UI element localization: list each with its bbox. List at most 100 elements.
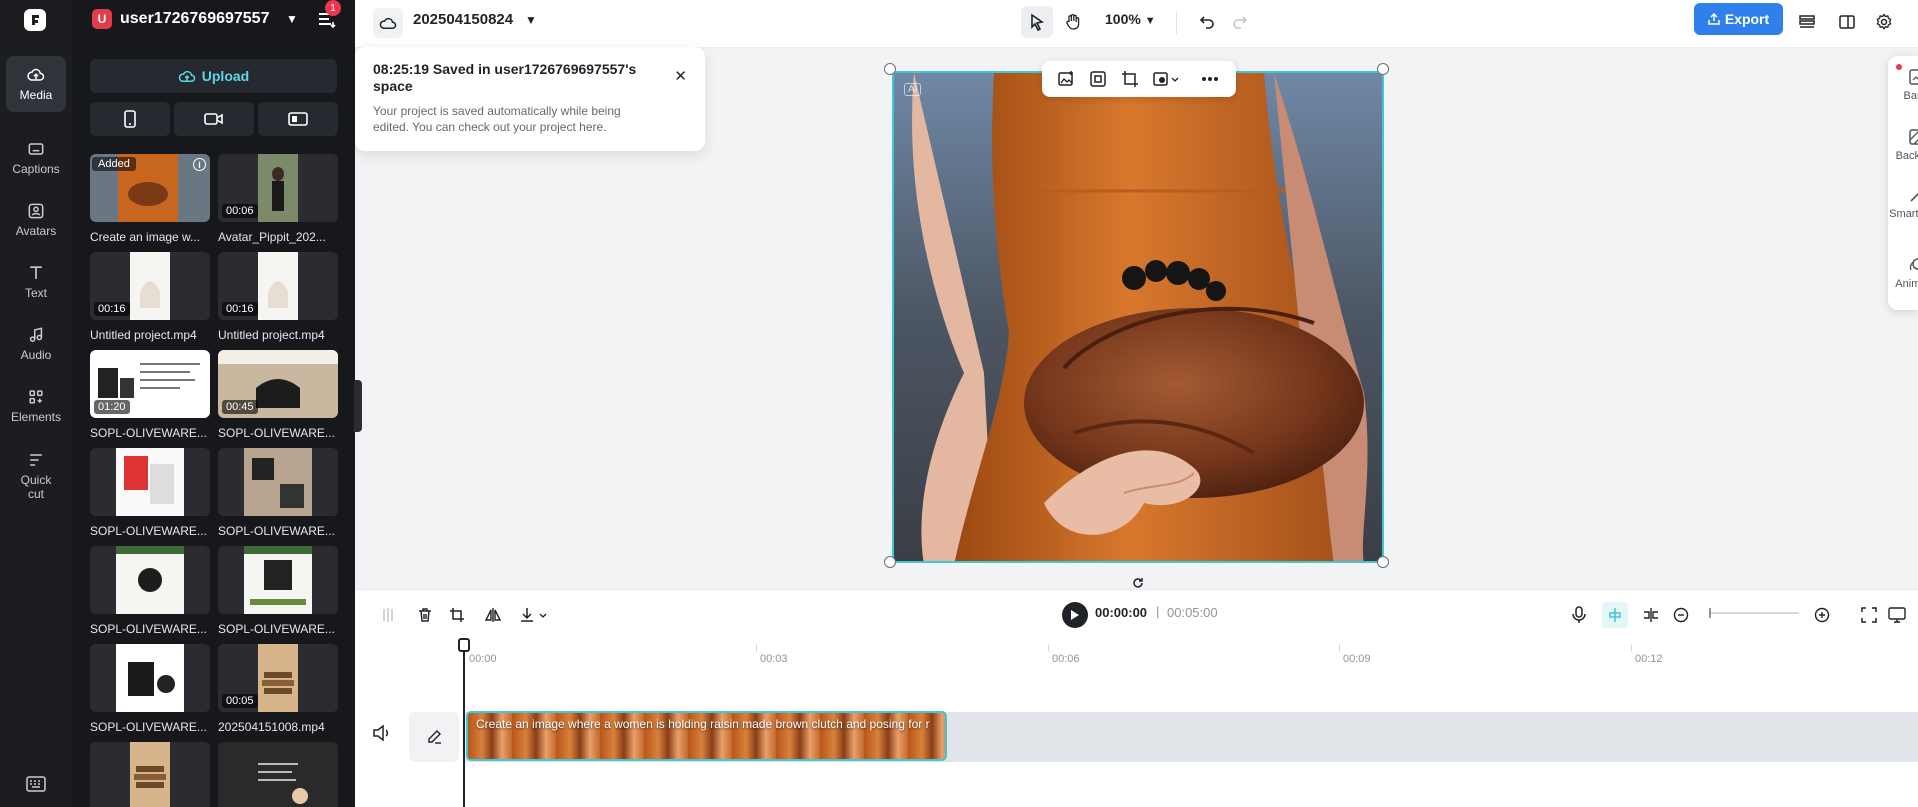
chevron-down-icon[interactable]: ▼ bbox=[525, 13, 537, 27]
rp-item-animation[interactable]: Animat... bbox=[1888, 256, 1918, 291]
media-tile-label: SOPL-OLIVEWARE... bbox=[218, 524, 335, 538]
media-tile[interactable] bbox=[90, 448, 210, 516]
media-tile[interactable]: 00:05 bbox=[218, 644, 338, 712]
microphone-icon bbox=[1572, 606, 1586, 623]
media-tile-label: SOPL-OLIVEWARE... bbox=[90, 622, 207, 636]
rp-item-smart-tools[interactable]: Smart tools bbox=[1888, 186, 1918, 221]
rail-item-media[interactable]: Media bbox=[6, 56, 66, 112]
panel-collapse-handle[interactable] bbox=[354, 380, 362, 432]
info-icon[interactable]: i bbox=[193, 158, 206, 171]
redo-button[interactable] bbox=[1224, 6, 1256, 38]
media-tile-label: Create an image w... bbox=[90, 230, 201, 244]
media-tile-label: Avatar_Pippit_202... bbox=[218, 230, 326, 244]
background-remove-button[interactable] bbox=[1146, 65, 1186, 93]
more-options-button[interactable] bbox=[1194, 65, 1226, 93]
zoom-slider-track[interactable] bbox=[1709, 612, 1799, 614]
replace-image-button[interactable] bbox=[1050, 65, 1082, 93]
media-panel: U user1726769697557 ▼ 1 Upload Added i C… bbox=[72, 0, 355, 807]
resize-handle-bottom-right[interactable] bbox=[1377, 556, 1389, 568]
hand-tool-button[interactable] bbox=[1057, 6, 1089, 38]
edit-track-button[interactable] bbox=[409, 712, 459, 762]
rail-item-captions[interactable]: Captions bbox=[6, 130, 66, 186]
playhead[interactable] bbox=[463, 639, 465, 807]
media-tile[interactable]: 00:16 bbox=[90, 252, 210, 320]
layers-button[interactable] bbox=[1791, 6, 1823, 38]
undo-button[interactable] bbox=[1191, 6, 1223, 38]
media-tile[interactable]: 00:45 bbox=[218, 350, 338, 418]
app-logo[interactable] bbox=[24, 9, 46, 31]
divider bbox=[1176, 12, 1177, 34]
added-badge: Added bbox=[92, 157, 136, 171]
timeline: 00:00:00 | 00:05:00 00:00 00:03 00:06 00… bbox=[355, 589, 1918, 807]
media-tile[interactable] bbox=[90, 546, 210, 614]
speaker-icon[interactable] bbox=[371, 722, 393, 744]
close-icon[interactable]: ✕ bbox=[674, 67, 687, 85]
play-button[interactable] bbox=[1062, 602, 1088, 628]
layout-toggle-button[interactable] bbox=[1831, 6, 1863, 38]
export-button[interactable]: Export bbox=[1694, 3, 1783, 35]
toast-body[interactable]: Your project is saved automatically whil… bbox=[373, 103, 655, 135]
frame-icon bbox=[1090, 71, 1106, 87]
media-tile[interactable] bbox=[218, 742, 338, 807]
link-tracks-button[interactable] bbox=[1638, 602, 1664, 628]
rp-item-basic[interactable]: Basic bbox=[1888, 68, 1918, 103]
keyboard-icon[interactable] bbox=[26, 776, 46, 792]
notification-badge: 1 bbox=[325, 0, 341, 16]
project-name[interactable]: 202504150824 bbox=[413, 11, 513, 28]
resize-handle-top-right[interactable] bbox=[1377, 63, 1389, 75]
preview-button[interactable] bbox=[1884, 602, 1910, 628]
rail-item-avatars[interactable]: Avatars bbox=[6, 192, 66, 248]
zoom-slider-knob[interactable] bbox=[1709, 608, 1711, 618]
avatar: U bbox=[92, 9, 112, 29]
rail-item-label: Quick cut bbox=[20, 473, 52, 501]
crop-button[interactable] bbox=[444, 602, 470, 628]
download-button[interactable] bbox=[516, 602, 552, 628]
upload-button[interactable]: Upload bbox=[90, 59, 337, 93]
zoom-in-button[interactable] bbox=[1809, 602, 1835, 628]
media-tile[interactable]: Added i bbox=[90, 154, 210, 222]
rp-item-background[interactable]: Backgr... bbox=[1888, 128, 1918, 163]
resize-handle-bottom-left[interactable] bbox=[884, 556, 896, 568]
rail-item-audio[interactable]: Audio bbox=[6, 316, 66, 372]
zoom-value: 100% bbox=[1105, 11, 1141, 27]
media-tile[interactable] bbox=[90, 644, 210, 712]
account-name: user1726769697557 bbox=[120, 10, 270, 27]
pencil-icon bbox=[428, 730, 441, 744]
microphone-button[interactable] bbox=[1566, 602, 1592, 628]
filter-video-button[interactable] bbox=[174, 102, 254, 136]
media-tile[interactable] bbox=[218, 448, 338, 516]
media-tile[interactable]: 01:20 bbox=[90, 350, 210, 418]
select-tool-button[interactable] bbox=[1021, 6, 1053, 38]
zoom-out-button[interactable] bbox=[1668, 602, 1694, 628]
frame-button[interactable] bbox=[1082, 65, 1114, 93]
media-tile-label: SOPL-OLIVEWARE... bbox=[90, 524, 207, 538]
rotate-icon[interactable] bbox=[1132, 577, 1144, 589]
zoom-selector[interactable]: 100% ▼ bbox=[1105, 11, 1156, 27]
resize-handle-top-left[interactable] bbox=[884, 63, 896, 75]
flip-button[interactable] bbox=[480, 602, 506, 628]
filter-landscape-button[interactable] bbox=[258, 102, 338, 136]
rail-item-elements[interactable]: Elements bbox=[6, 378, 66, 434]
settings-button[interactable] bbox=[1868, 6, 1900, 38]
playhead-handle[interactable] bbox=[458, 638, 470, 652]
fit-button[interactable] bbox=[1856, 602, 1882, 628]
snap-icon bbox=[1609, 608, 1621, 622]
media-tile[interactable]: 00:16 bbox=[218, 252, 338, 320]
crop-button[interactable] bbox=[1114, 65, 1146, 93]
account-switcher[interactable]: U user1726769697557 ▼ bbox=[92, 8, 298, 30]
split-panel-icon bbox=[1839, 15, 1855, 29]
ruler-mark bbox=[1339, 644, 1340, 652]
cloud-save-button[interactable] bbox=[373, 8, 403, 38]
magnet-snap-button[interactable] bbox=[1602, 602, 1628, 628]
media-tile[interactable] bbox=[90, 742, 210, 807]
video-clip[interactable]: Create an image where a women is holding… bbox=[466, 711, 947, 761]
split-button[interactable] bbox=[375, 602, 401, 628]
rail-item-label: Captions bbox=[12, 162, 60, 177]
media-tile[interactable]: 00:06 bbox=[218, 154, 338, 222]
rail-item-quick-cut[interactable]: Quick cut bbox=[6, 442, 66, 510]
canvas-image[interactable]: AI bbox=[892, 71, 1384, 563]
media-tile[interactable] bbox=[218, 546, 338, 614]
filter-portrait-button[interactable] bbox=[90, 102, 170, 136]
delete-button[interactable] bbox=[412, 602, 438, 628]
rail-item-text[interactable]: Text bbox=[6, 254, 66, 310]
